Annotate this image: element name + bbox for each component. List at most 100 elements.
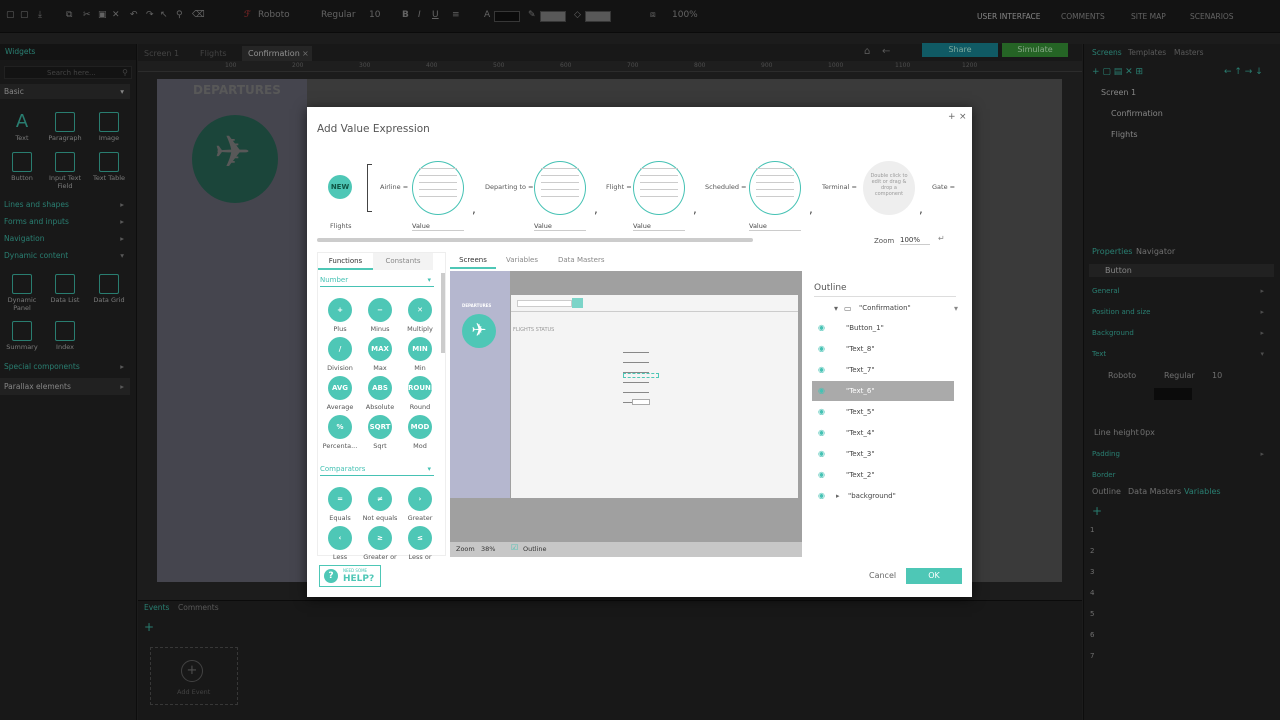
- eye-icon[interactable]: ◉: [818, 486, 825, 506]
- field-label: Departing to =: [485, 183, 534, 191]
- function-label: Multiply: [407, 325, 433, 333]
- value-circle[interactable]: [633, 161, 685, 215]
- function-button[interactable]: / Division: [320, 337, 360, 372]
- preview-zoom-select[interactable]: 38%: [481, 545, 495, 553]
- expand-icon[interactable]: ▾: [834, 304, 838, 313]
- function-button[interactable]: ABS Absolute: [360, 376, 400, 411]
- outline-item[interactable]: ▸ ◉ "background": [812, 486, 954, 506]
- function-symbol: SQRT: [368, 415, 392, 439]
- function-button[interactable]: % Percenta...: [320, 415, 360, 450]
- function-button[interactable]: ≥ Greater or: [360, 526, 400, 561]
- outline-item[interactable]: ◉ "Text_5": [812, 402, 954, 422]
- drop-placeholder[interactable]: Double click to edit or drag & drop a co…: [863, 161, 915, 215]
- function-symbol: ≥: [368, 526, 392, 550]
- function-button[interactable]: SQRT Sqrt: [360, 415, 400, 450]
- function-label: Min: [414, 364, 426, 372]
- new-badge: NEW: [328, 175, 352, 199]
- eye-icon[interactable]: ◉: [818, 444, 825, 464]
- value-select[interactable]: Value: [749, 222, 801, 231]
- horizontal-scrollbar[interactable]: [317, 238, 753, 242]
- outline-item[interactable]: ◉ "Text_4": [812, 423, 954, 443]
- value-select[interactable]: Value: [633, 222, 685, 231]
- enter-icon[interactable]: ↵: [938, 234, 945, 243]
- value-circle[interactable]: [749, 161, 801, 215]
- tab-constants[interactable]: Constants: [373, 253, 433, 270]
- eye-icon[interactable]: ◉: [818, 339, 825, 359]
- function-button[interactable]: ‹ Less: [320, 526, 360, 561]
- function-button[interactable]: MIN Min: [400, 337, 440, 372]
- outline-item[interactable]: ◉ "Text_6": [812, 381, 954, 401]
- function-symbol: MIN: [408, 337, 432, 361]
- value-select[interactable]: Value: [412, 222, 464, 231]
- function-label: Less or: [408, 553, 432, 561]
- checkbox-icon[interactable]: ☑: [511, 543, 518, 552]
- function-button[interactable]: ROUND Round: [400, 376, 440, 411]
- function-label: Mod: [413, 442, 427, 450]
- eye-icon[interactable]: ◉: [818, 318, 825, 338]
- outline-item[interactable]: ◉ "Text_8": [812, 339, 954, 359]
- outline-root[interactable]: "Confirmation": [859, 304, 911, 312]
- eye-icon[interactable]: ◉: [818, 360, 825, 380]
- zoom-select[interactable]: 100%: [900, 236, 930, 245]
- function-symbol: %: [328, 415, 352, 439]
- value-circle[interactable]: [534, 161, 586, 215]
- outline-item-label: "Text_5": [846, 408, 875, 416]
- outline-item[interactable]: ◉ "Button_1": [812, 318, 954, 338]
- functions-panel: Functions Constants Number ▾ + Plus − Minus ✕…: [317, 252, 446, 561]
- tab-variables[interactable]: Variables: [506, 256, 538, 264]
- functions-scrollbar[interactable]: [441, 273, 445, 353]
- cancel-button[interactable]: Cancel: [869, 571, 896, 580]
- function-label: Round: [409, 403, 431, 411]
- function-button[interactable]: AVG Average: [320, 376, 360, 411]
- value-circle[interactable]: [412, 161, 464, 215]
- function-symbol: MAX: [368, 337, 392, 361]
- function-label: Plus: [333, 325, 347, 333]
- function-symbol: +: [328, 298, 352, 322]
- function-button[interactable]: MOD Mod: [400, 415, 440, 450]
- screen-preview[interactable]: DEPARTURES ✈ FLIGHTS STATUS Zoom 38% ☑ O…: [450, 271, 802, 557]
- expand-icon[interactable]: +: [948, 112, 956, 122]
- eye-icon[interactable]: ◉: [818, 381, 825, 401]
- tab-functions[interactable]: Functions: [318, 253, 373, 270]
- comma: ,: [809, 202, 813, 216]
- function-label: Less: [332, 553, 348, 561]
- eye-icon[interactable]: ◉: [818, 402, 825, 422]
- screen-icon: ▭: [844, 304, 852, 313]
- outline-panel: Outline ▾ ▭ "Confirmation" ▾ ◉ "Button_1"…: [806, 271, 963, 557]
- close-icon[interactable]: ×: [959, 112, 967, 122]
- tab-data-masters[interactable]: Data Masters: [558, 256, 605, 264]
- eye-icon[interactable]: ◉: [818, 465, 825, 485]
- tab-screens[interactable]: Screens: [450, 252, 496, 269]
- help-button[interactable]: ? NEED SOME HELP?: [319, 565, 381, 587]
- number-category[interactable]: Number ▾: [320, 276, 434, 287]
- function-label: Greater or: [363, 553, 397, 561]
- function-button[interactable]: ≠ Not equals: [360, 487, 400, 522]
- chevron-down-icon: ▾: [427, 276, 431, 284]
- field-label: Gate =: [932, 183, 956, 191]
- preview-zoom-label: Zoom: [456, 545, 475, 553]
- expand-icon[interactable]: ▸: [836, 486, 840, 506]
- plane-icon: ✈: [462, 314, 496, 348]
- category-label: Number: [320, 276, 349, 284]
- function-button[interactable]: ≤ Less or: [400, 526, 440, 561]
- function-button[interactable]: MAX Max: [360, 337, 400, 372]
- outline-item[interactable]: ◉ "Text_3": [812, 444, 954, 464]
- outline-item-label: "background": [848, 492, 896, 500]
- function-symbol: ‹: [328, 526, 352, 550]
- function-button[interactable]: + Plus: [320, 298, 360, 333]
- field-label: Terminal =: [822, 183, 857, 191]
- outline-item-label: "Text_6": [846, 387, 875, 395]
- outline-item[interactable]: ◉ "Text_7": [812, 360, 954, 380]
- comma: ,: [472, 202, 476, 216]
- function-button[interactable]: = Equals: [320, 487, 360, 522]
- function-label: Sqrt: [373, 442, 387, 450]
- help-small-label: NEED SOME: [343, 568, 368, 573]
- function-button[interactable]: › Greater: [400, 487, 440, 522]
- ok-button[interactable]: OK: [906, 568, 962, 584]
- function-button[interactable]: − Minus: [360, 298, 400, 333]
- function-button[interactable]: ✕ Multiply: [400, 298, 440, 333]
- outline-item[interactable]: ◉ "Text_2": [812, 465, 954, 485]
- comparators-category[interactable]: Comparators ▾: [320, 465, 434, 476]
- eye-icon[interactable]: ◉: [818, 423, 825, 443]
- value-select[interactable]: Value: [534, 222, 586, 231]
